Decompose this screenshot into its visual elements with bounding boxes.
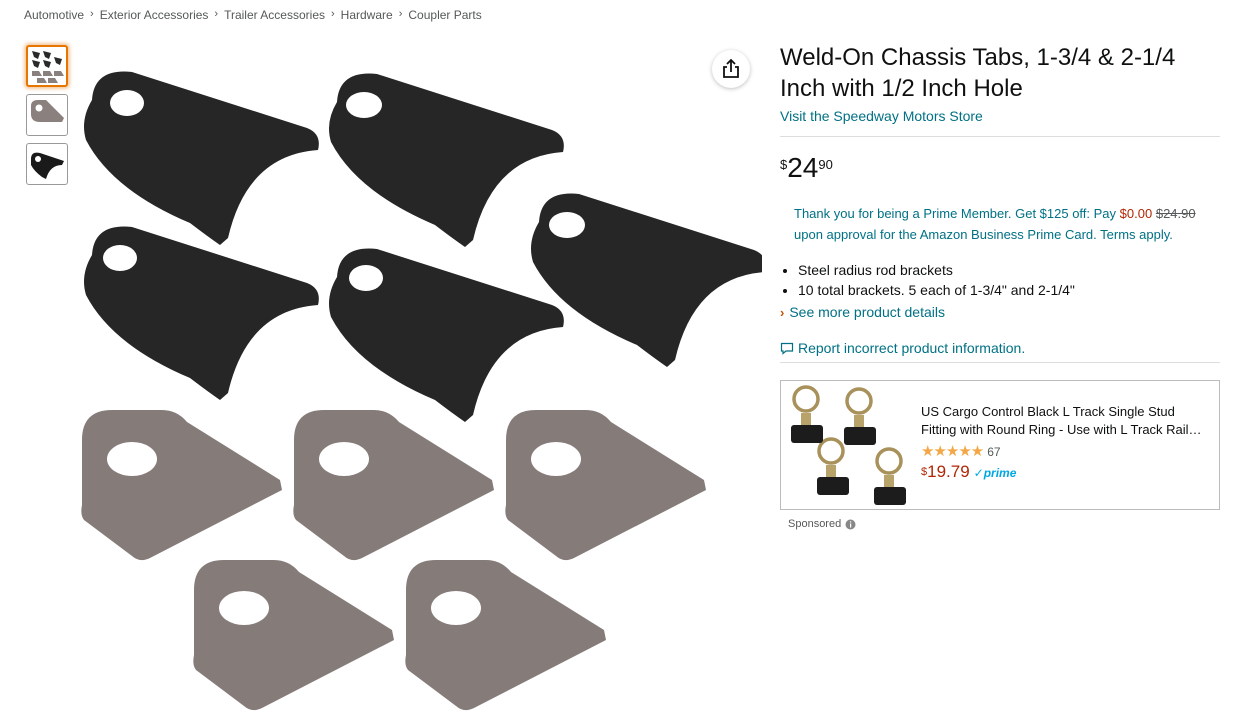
breadcrumb-exterior-accessories[interactable]: Exterior Accessories — [100, 8, 209, 22]
divider — [780, 136, 1220, 137]
prime-offer-pay-price: $0.00 — [1119, 206, 1153, 221]
ad-rating[interactable]: ★★★★★ 67 — [921, 443, 1213, 461]
price: $ 24 90 — [780, 153, 1220, 183]
product-title: Weld-On Chassis Tabs, 1-3/4 & 2-1/4 Inch… — [780, 44, 1176, 102]
chevron-right-icon: › — [780, 304, 785, 320]
ad-info: US Cargo Control Black L Track Single St… — [917, 381, 1219, 509]
breadcrumb: Automotive › Exterior Accessories › Traile… — [24, 8, 482, 22]
price-symbol: $ — [780, 157, 788, 172]
feature-bullet: 10 total brackets. 5 each of 1-3/4" and … — [798, 280, 1220, 300]
comment-icon — [780, 342, 794, 355]
see-more-label: See more product details — [789, 304, 945, 320]
chevron-right-icon: › — [214, 8, 219, 20]
product-info: Weld-On Chassis Tabs, 1-3/4 & 2-1/4 Inch… — [780, 42, 1220, 530]
sponsored-ad-card[interactable]: US Cargo Control Black L Track Single St… — [780, 380, 1220, 510]
breadcrumb-trailer-accessories[interactable]: Trailer Accessories — [224, 8, 325, 22]
share-icon — [723, 59, 739, 78]
price-fraction: 90 — [818, 157, 833, 172]
feature-bullets: Steel radius rod brackets 10 total brack… — [780, 260, 1220, 300]
ad-product-image[interactable] — [781, 381, 917, 509]
rating-count: 67 — [987, 445, 1001, 459]
feature-bullet: Steel radius rod brackets — [798, 260, 1220, 280]
breadcrumb-coupler-parts[interactable]: Coupler Parts — [408, 8, 481, 22]
store-link[interactable]: Visit the Speedway Motors Store — [780, 108, 983, 124]
prime-offer-terms: upon approval for the Amazon Business Pr… — [794, 227, 1173, 242]
info-icon — [845, 519, 856, 529]
product-main-image[interactable] — [62, 50, 766, 717]
see-more-details-link[interactable]: › See more product details — [780, 304, 1220, 320]
prime-offer-text: Thank you for being a Prime Member. Get … — [794, 206, 1117, 221]
chevron-right-icon: › — [90, 8, 94, 20]
sponsored-text: Sponsored — [788, 518, 842, 530]
star-rating-icon: ★★★★★ — [921, 443, 984, 460]
sponsored-label[interactable]: Sponsored — [788, 518, 1220, 530]
breadcrumb-automotive[interactable]: Automotive — [24, 8, 84, 22]
divider — [780, 362, 1220, 363]
price-whole: 24 — [787, 152, 819, 183]
prime-icon: ✓prime — [973, 466, 1017, 480]
ad-title-link[interactable]: US Cargo Control Black L Track Single St… — [921, 403, 1213, 439]
chevron-right-icon: › — [331, 8, 335, 20]
prime-card-offer[interactable]: Thank you for being a Prime Member. Get … — [780, 203, 1220, 245]
prime-offer-old-price: $24.90 — [1155, 206, 1196, 221]
chevron-right-icon: › — [398, 8, 403, 20]
report-incorrect-info-link[interactable]: Report incorrect product information. — [780, 340, 1220, 356]
report-label: Report incorrect product information. — [798, 340, 1026, 356]
share-button[interactable] — [712, 50, 750, 88]
ad-price-amount: 19.79 — [927, 462, 970, 481]
ad-price: $19.79 ✓prime — [921, 463, 1213, 482]
breadcrumb-hardware[interactable]: Hardware — [341, 8, 393, 22]
ad-price-value: $19.79 — [921, 463, 970, 481]
